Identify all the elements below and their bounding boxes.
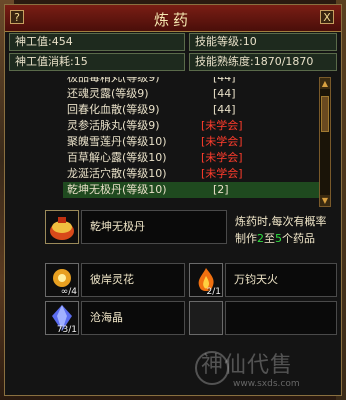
- recipe-row[interactable]: 回春化血散(等级9) [44]: [63, 102, 319, 118]
- recipe-row[interactable]: 龙涎活穴散(等级10) [未学会]: [63, 166, 319, 182]
- recipe-name: 灵参活脉丸(等级9): [67, 119, 160, 132]
- title-bar[interactable]: ? 炼药 X: [5, 5, 341, 32]
- recipe-name: 还魂灵露(等级9): [67, 87, 149, 100]
- recipe-name: 百草解心露(等级10): [67, 151, 167, 164]
- scroll-down-arrow-icon[interactable]: ▼: [320, 195, 330, 206]
- recipe-status: [未学会]: [201, 135, 243, 148]
- empty-material-name: [225, 301, 337, 335]
- empty-material-slot[interactable]: [189, 301, 223, 335]
- close-button[interactable]: X: [320, 10, 334, 24]
- recipe-name: 龙涎活穴散(等级10): [67, 167, 167, 180]
- product-name-box: 乾坤无极丹: [81, 210, 227, 244]
- material-name: 万钧天火: [225, 263, 337, 297]
- description-line-1: 炼药时,每次有概率: [235, 215, 327, 228]
- recipe-row[interactable]: 极品毒精丸(等级9) [44]: [63, 77, 319, 86]
- material-quantity: 73/1: [56, 325, 77, 335]
- recipe-status: [44]: [213, 77, 236, 84]
- recipe-status: [未学会]: [201, 167, 243, 180]
- recipe-row[interactable]: 还魂灵露(等级9) [44]: [63, 86, 319, 102]
- recipe-name: 聚魄雪莲丹(等级10): [67, 135, 167, 148]
- recipe-row[interactable]: 灵参活脉丸(等级9) [未学会]: [63, 118, 319, 134]
- recipe-row[interactable]: 百草解心露(等级10) [未学会]: [63, 150, 319, 166]
- material-slot[interactable]: 73/1: [45, 301, 79, 335]
- recipe-name: 乾坤无极丹(等级10): [67, 183, 167, 196]
- recipe-status: [2]: [213, 183, 229, 196]
- scroll-thumb[interactable]: [321, 96, 329, 132]
- alchemy-window: ? 炼药 X 神工值:454 技能等级:10 神工值消耗:15 技能熟练度:18…: [4, 4, 342, 396]
- recipe-name: 极品毒精丸(等级9): [67, 77, 160, 84]
- recipe-status: [44]: [213, 103, 236, 116]
- watermark-url: www.sxds.com: [233, 379, 300, 389]
- window-title: 炼药: [153, 11, 192, 29]
- material-quantity: ∞/4: [60, 287, 77, 297]
- recipe-list[interactable]: 极品毒精丸(等级9) [44] 还魂灵露(等级9) [44] 回春化血散(等级9…: [63, 77, 319, 207]
- recipe-status: [未学会]: [201, 119, 243, 132]
- pill-bag-icon: [50, 217, 74, 240]
- min-count: 2: [257, 232, 264, 245]
- max-count: 5: [275, 232, 282, 245]
- watermark-text: 神仙代售: [201, 353, 294, 378]
- recipe-scrollbar[interactable]: ▲ ▼: [319, 77, 331, 207]
- stat-shengong-cost: 神工值消耗:15: [9, 53, 185, 71]
- recipe-name: 回春化血散(等级9): [67, 103, 160, 116]
- material-slot[interactable]: 2/1: [189, 263, 223, 297]
- recipe-row-selected[interactable]: 乾坤无极丹(等级10) [2]: [63, 182, 319, 198]
- recipe-description: 炼药时,每次有概率 制作2至5个药品: [235, 213, 345, 247]
- scroll-up-arrow-icon[interactable]: ▲: [320, 78, 330, 89]
- stat-skill-proficiency: 技能熟练度:1870/1870: [189, 53, 337, 71]
- stat-skill-level: 技能等级:10: [189, 33, 337, 51]
- recipe-status: [44]: [213, 87, 236, 100]
- material-name: 沧海晶: [81, 301, 185, 335]
- material-quantity: 2/1: [206, 287, 221, 297]
- recipe-status: [未学会]: [201, 151, 243, 164]
- stat-shengong-value: 神工值:454: [9, 33, 185, 51]
- description-line-2: 制作2至5个药品: [235, 232, 315, 245]
- material-slot[interactable]: ∞/4: [45, 263, 79, 297]
- recipe-row[interactable]: 聚魄雪莲丹(等级10) [未学会]: [63, 134, 319, 150]
- product-slot[interactable]: [45, 210, 79, 244]
- material-name: 彼岸灵花: [81, 263, 185, 297]
